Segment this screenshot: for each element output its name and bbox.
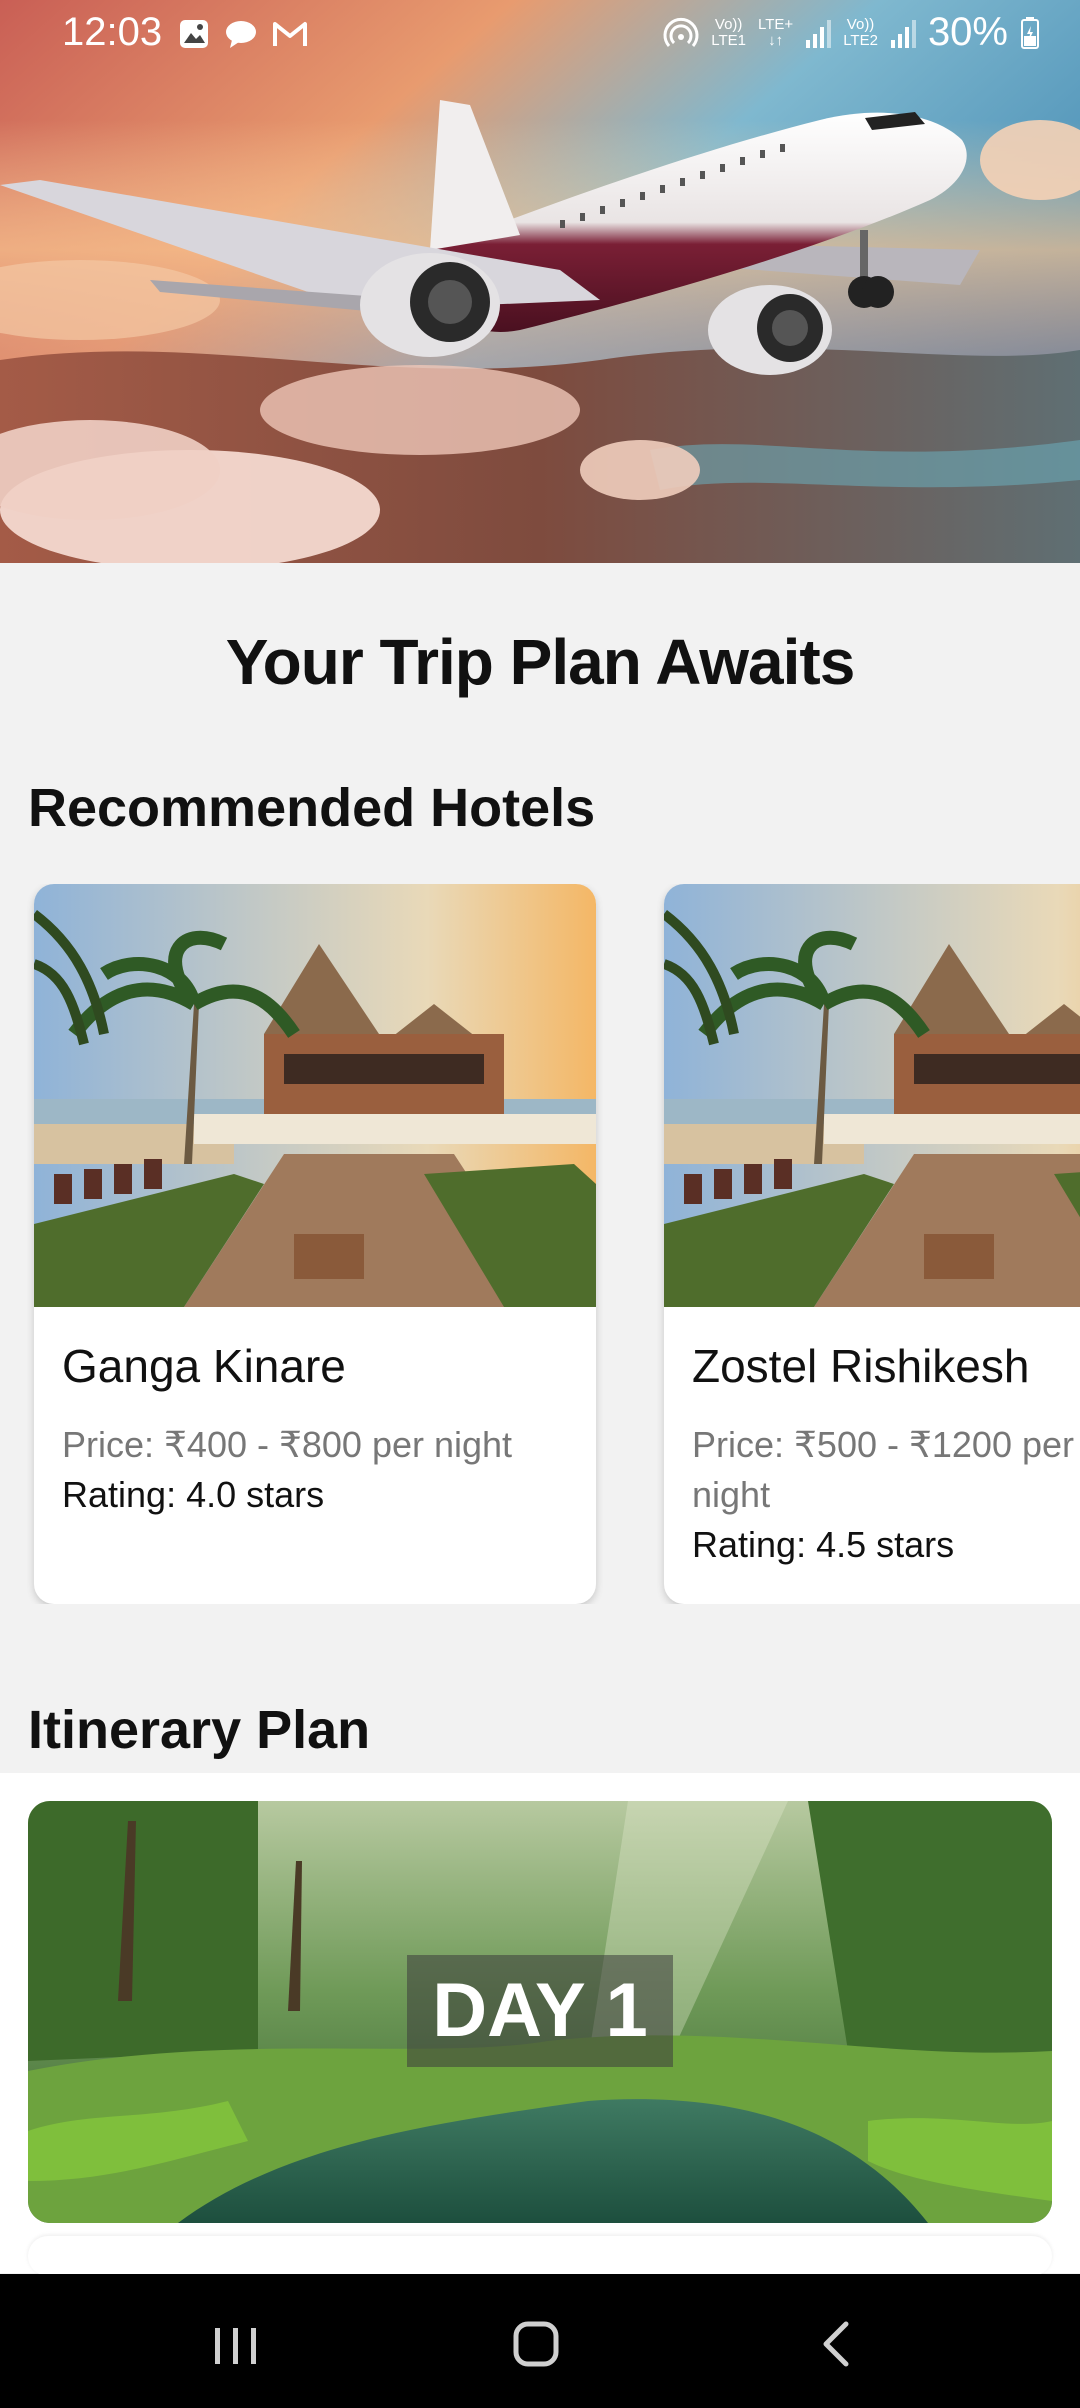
hotel-rating: Rating: 4.5 stars	[692, 1524, 955, 1565]
status-right: Vo)) LTE1 LTE+ ↓↑ Vo)) LTE2 30%	[663, 10, 1040, 55]
hotspot-icon	[663, 17, 699, 47]
gallery-icon	[180, 20, 208, 48]
notification-icons	[178, 18, 308, 50]
signal-icon	[806, 19, 832, 48]
hero-image	[0, 0, 1080, 563]
hotel-name: Ganga Kinare	[62, 1340, 346, 1392]
battery-percent: 30%	[927, 10, 1008, 54]
recommended-hotels-heading: Recommended Hotels	[28, 778, 596, 838]
signal-icon	[890, 19, 916, 48]
gmail-icon	[273, 22, 307, 46]
status-time: 12:03	[62, 10, 163, 54]
hotel-name: Zostel Rishikesh	[692, 1340, 1030, 1392]
lte-plus-label: LTE+ ↓↑	[758, 15, 794, 49]
home-icon[interactable]	[496, 2314, 576, 2374]
page-title: Your Trip Plan Awaits	[225, 626, 856, 698]
navigation-bar	[0, 2274, 1080, 2408]
status-bar: 12:03 Vo)) LTE1 LTE+ ↓↑ Vo)) LTE2 30%	[0, 0, 1080, 72]
battery-icon	[1021, 16, 1039, 49]
hotel-card[interactable]: Ganga Kinare Price: ₹400 - ₹800 per nigh…	[34, 884, 596, 1604]
sim1-label: Vo)) LTE1	[711, 15, 747, 49]
chat-icon	[226, 21, 256, 48]
day-label: DAY 1	[407, 1955, 673, 2067]
itinerary-heading: Itinerary Plan	[28, 1700, 371, 1760]
hotel-card[interactable]: Zostel Rishikesh Price: ₹500 - ₹1200 per…	[664, 884, 1080, 1604]
hotel-price: Price: ₹400 - ₹800 per night	[62, 1424, 513, 1465]
hotel-photo	[34, 884, 596, 1307]
recent-apps-icon[interactable]	[195, 2314, 275, 2374]
hotel-carousel[interactable]: Ganga Kinare Price: ₹400 - ₹800 per nigh…	[0, 884, 1080, 1604]
sim2-label: Vo)) LTE2	[843, 15, 878, 49]
hotel-rating: Rating: 4.0 stars	[62, 1474, 325, 1515]
back-icon[interactable]	[798, 2314, 878, 2374]
hotel-photo	[664, 884, 1080, 1307]
next-day-card[interactable]	[28, 2236, 1052, 2276]
hotel-price: Price: ₹500 - ₹1200 per night	[692, 1424, 1075, 1515]
